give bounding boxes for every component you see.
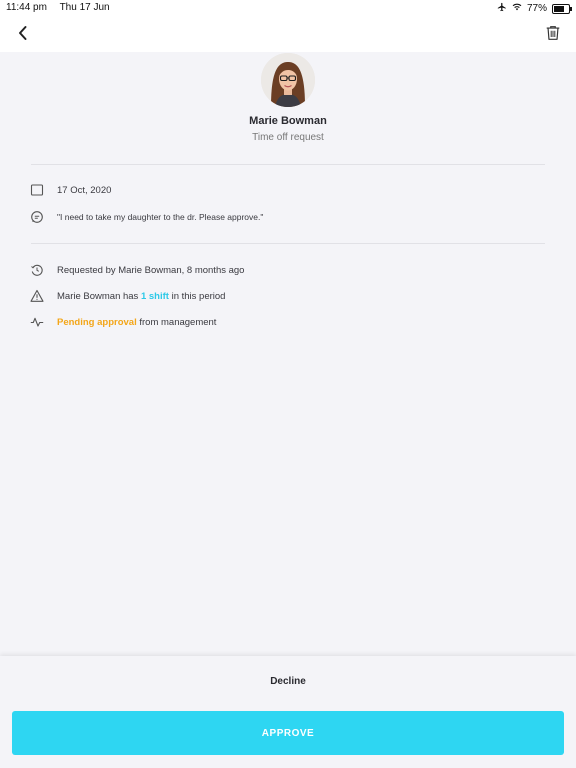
delete-button[interactable]: [544, 24, 564, 44]
shift-text-suffix: in this period: [168, 290, 226, 302]
divider: [31, 164, 545, 165]
pending-approval-status: Pending approval: [57, 316, 137, 328]
request-date: 17 Oct, 2020: [57, 184, 112, 196]
activity-icon: [30, 315, 44, 329]
approve-button[interactable]: APPROVE: [12, 711, 564, 755]
status-bar: 11:44 pm Thu 17 Jun 77%: [0, 0, 576, 16]
warning-icon: [30, 289, 44, 303]
airplane-icon: [497, 2, 507, 15]
history-icon: [30, 263, 44, 277]
approval-status-row: Pending approval from management: [30, 314, 216, 330]
request-comment: "I need to take my daughter to the dr. P…: [57, 212, 264, 222]
employee-name: Marie Bowman: [249, 115, 327, 127]
divider: [31, 243, 545, 244]
status-suffix: from management: [136, 316, 217, 328]
shift-text-prefix: Marie Bowman has: [57, 290, 141, 302]
comment-icon: [30, 210, 44, 224]
action-sheet: Decline APPROVE: [0, 656, 576, 768]
status-date: Thu 17 Jun: [59, 2, 110, 13]
avatar: [261, 53, 315, 107]
shift-conflict-row: Marie Bowman has 1 shift in this period: [30, 288, 225, 304]
calendar-icon: [30, 183, 44, 197]
chevron-left-icon: [12, 26, 34, 48]
requested-by-text: Requested by Marie Bowman, 8 months ago: [57, 264, 245, 276]
wifi-icon: [512, 2, 522, 15]
date-row: 17 Oct, 2020: [30, 182, 111, 198]
trash-icon: [544, 26, 562, 46]
back-button[interactable]: [12, 22, 34, 44]
approve-label: APPROVE: [261, 727, 315, 739]
shift-count-link[interactable]: 1 shift: [141, 291, 169, 302]
status-time: 11:44 pm: [6, 2, 47, 13]
decline-button[interactable]: Decline: [0, 676, 576, 694]
comment-row: "I need to take my daughter to the dr. P…: [30, 209, 263, 225]
nav-bar: [0, 16, 576, 52]
request-type: Time off request: [252, 132, 324, 143]
requested-by-row: Requested by Marie Bowman, 8 months ago: [30, 262, 244, 278]
battery-icon: [552, 3, 572, 14]
battery-percent: 77%: [526, 3, 547, 14]
